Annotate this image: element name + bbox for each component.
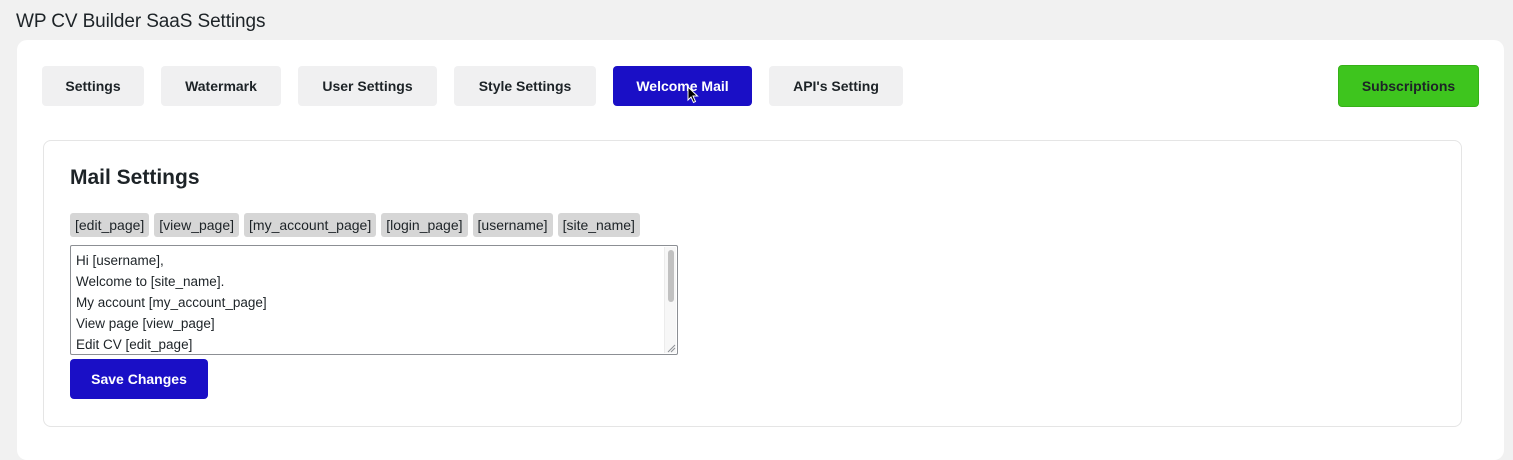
resize-handle-icon[interactable] [666, 343, 676, 353]
mail-settings-panel: Mail Settings [edit_page] [view_page] [m… [43, 140, 1462, 427]
tab-api-setting[interactable]: API's Setting [769, 66, 903, 106]
mail-body-textarea[interactable]: Hi [username], Welcome to [site_name]. M… [70, 245, 678, 355]
shortcode-my-account-page[interactable]: [my_account_page] [244, 213, 377, 237]
subscriptions-button[interactable]: Subscriptions [1338, 65, 1479, 107]
tab-watermark[interactable]: Watermark [161, 66, 281, 106]
tab-welcome-mail[interactable]: Welcome Mail [613, 66, 752, 106]
page-title: WP CV Builder SaaS Settings [16, 11, 266, 32]
tab-style-settings[interactable]: Style Settings [454, 66, 596, 106]
tab-bar: Settings Watermark User Settings Style S… [17, 40, 1504, 120]
shortcode-username[interactable]: [username] [472, 213, 553, 237]
tab-user-settings[interactable]: User Settings [298, 66, 437, 106]
textarea-scrollbar[interactable] [664, 247, 676, 353]
tab-settings[interactable]: Settings [42, 66, 144, 106]
shortcode-site-name[interactable]: [site_name] [557, 213, 640, 237]
shortcode-view-page[interactable]: [view_page] [154, 213, 240, 237]
mail-body-text[interactable]: Hi [username], Welcome to [site_name]. M… [76, 250, 267, 354]
section-title: Mail Settings [70, 166, 200, 189]
shortcode-edit-page[interactable]: [edit_page] [70, 213, 150, 237]
settings-card: Settings Watermark User Settings Style S… [17, 40, 1504, 460]
shortcode-login-page[interactable]: [login_page] [381, 213, 468, 237]
save-changes-button[interactable]: Save Changes [70, 359, 208, 399]
scrollbar-thumb[interactable] [668, 250, 674, 302]
shortcode-list: [edit_page] [view_page] [my_account_page… [70, 213, 640, 237]
